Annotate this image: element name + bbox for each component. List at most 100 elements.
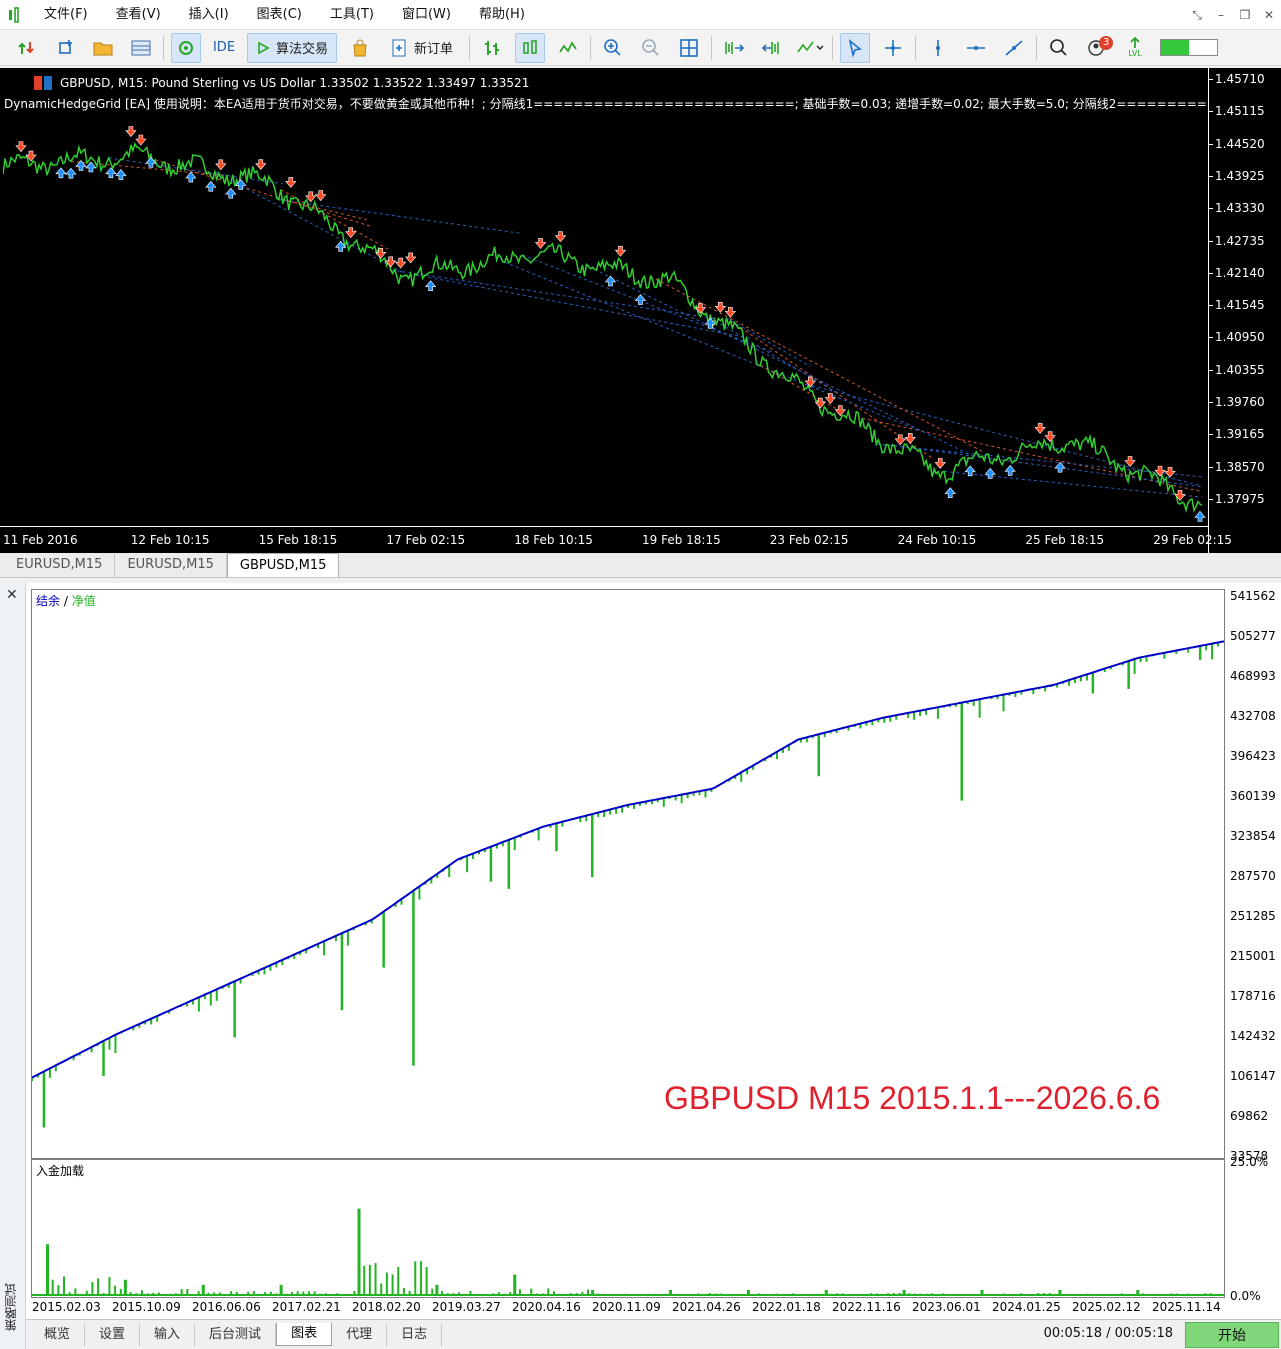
trendline-icon[interactable]	[999, 33, 1029, 63]
price-tick-label: 1.43330	[1209, 201, 1265, 216]
date-tick-label: 2025.11.14	[1152, 1300, 1221, 1314]
restore-icon[interactable]: ❐	[1233, 0, 1257, 30]
tab-backtest[interactable]: 后台测试	[195, 1323, 277, 1346]
deposit-load-bar	[201, 1284, 205, 1295]
date-axis: 2015.02.03 2015.10.09 2016.06.06 2017.02.21…	[31, 1298, 1225, 1318]
search-icon[interactable]	[1044, 33, 1074, 63]
horizontal-line-icon[interactable]	[961, 33, 991, 63]
cursor-icon[interactable]	[840, 32, 871, 63]
chart-tab-eurusd-2[interactable]: EURUSD,M15	[115, 553, 227, 577]
tab-overview[interactable]: 概览	[26, 1323, 86, 1346]
menu-window[interactable]: 窗口(W)	[388, 0, 465, 30]
deposit-load-bar	[397, 1266, 400, 1295]
sell-arrow	[824, 393, 836, 405]
buy-arrow	[185, 171, 197, 183]
new-order-icon	[392, 39, 406, 56]
profiles-icon[interactable]	[126, 33, 156, 63]
grid-order-line	[944, 470, 1203, 498]
folder-icon[interactable]	[88, 33, 118, 63]
deposit-load-plot	[32, 1208, 1224, 1296]
chart-tab-gbpusd[interactable]: GBPUSD,M15	[226, 553, 340, 577]
price-tick-label: 1.45710	[1209, 72, 1265, 86]
menu-charts[interactable]: 图表(C)	[243, 0, 316, 30]
zoom-out-icon[interactable]	[636, 33, 666, 63]
sell-arrow	[285, 177, 297, 188]
deposit-load-bar	[435, 1284, 439, 1295]
lvl-icon[interactable]: LVL	[1120, 33, 1150, 63]
menu-file[interactable]: 文件(F)	[30, 0, 102, 30]
deposit-load-bar	[513, 1274, 517, 1295]
algo-trading-button[interactable]: 算法交易	[247, 32, 338, 63]
equity-tick-label: 142432	[1230, 1029, 1276, 1043]
shopping-bag-icon[interactable]	[345, 33, 375, 63]
autoscroll-icon[interactable]	[757, 33, 787, 63]
menu-tools[interactable]: 工具(T)	[316, 0, 388, 30]
sell-arrow	[834, 405, 846, 417]
deposit-load-bar	[123, 1279, 127, 1295]
tab-agents[interactable]: 代理	[332, 1323, 388, 1346]
grid-order-line	[862, 417, 1203, 493]
equity-tick-label: 178716	[1230, 989, 1276, 1003]
buy-arrow	[65, 167, 77, 179]
date-tick-label: 2020.04.16	[512, 1300, 581, 1314]
close-icon[interactable]: ✕	[6, 587, 18, 603]
tab-settings[interactable]: 设置	[85, 1323, 141, 1346]
bar-chart-icon[interactable]	[477, 33, 507, 63]
chart-tab-eurusd-1[interactable]: EURUSD,M15	[4, 553, 116, 577]
deposit-load-chart[interactable]: 入金加载	[31, 1159, 1225, 1298]
buy-arrow	[225, 187, 237, 199]
elapsed-timer: 00:05:18 / 00:05:18	[1043, 1326, 1173, 1341]
crosshair-icon[interactable]	[878, 33, 908, 63]
grid-order-line	[650, 275, 983, 452]
time-tick-label: 24 Feb 10:15	[897, 533, 977, 547]
menu-insert[interactable]: 插入(I)	[175, 0, 243, 30]
ide-button[interactable]: IDE	[209, 33, 239, 63]
menu-view[interactable]: 查看(V)	[102, 0, 175, 30]
buy-arrow	[55, 167, 67, 179]
zoom-in-icon[interactable]	[598, 33, 628, 63]
toolbar-separator	[1036, 35, 1038, 60]
candlestick-icon[interactable]	[515, 32, 546, 63]
price-tick-label: 1.44520	[1209, 136, 1265, 151]
sell-arrow	[934, 458, 946, 469]
ea-info-text: DynamicHedgeGrid [EA] 使用说明：本EA适用于货币对交易，不…	[4, 97, 1209, 111]
vertical-line-icon[interactable]	[923, 33, 953, 63]
deposit-load-bar	[108, 1276, 111, 1295]
notifications-icon[interactable]: 3	[1082, 33, 1114, 63]
equity-tick-label: 468993	[1230, 669, 1276, 683]
date-tick-label: 2017.02.21	[272, 1300, 341, 1314]
equity-chart[interactable]: 结余 / 净值 GBPUSD M15 2015.1.1---2026.6.6	[31, 589, 1225, 1159]
sell-arrow	[614, 245, 627, 257]
notification-badge: 3	[1099, 35, 1114, 50]
sell-arrow	[255, 159, 267, 170]
line-chart-icon[interactable]	[553, 33, 583, 63]
start-button[interactable]: 开始	[1185, 1322, 1279, 1348]
sell-arrow	[375, 248, 387, 259]
grid-order-line	[726, 317, 811, 367]
add-icon[interactable]	[50, 33, 80, 63]
shift-chart-icon[interactable]	[719, 33, 749, 63]
chart-tabs: EURUSD,M15 EURUSD,M15 GBPUSD,M15	[0, 553, 1281, 578]
grid-order-line	[504, 261, 919, 431]
price-chart[interactable]: GBPUSD, M15: Pound Sterling vs US Dollar…	[0, 68, 1281, 553]
menu-help[interactable]: 帮助(H)	[465, 0, 539, 30]
algo-settings-icon[interactable]	[171, 32, 201, 63]
equity-tick-label: 106147	[1230, 1069, 1276, 1083]
one-click-trading-icon[interactable]	[34, 76, 52, 90]
tab-journal[interactable]: 日志	[387, 1323, 443, 1346]
pin-icon[interactable]: ⤡	[1185, 0, 1209, 30]
close-icon[interactable]: ✕	[1257, 0, 1281, 30]
minimize-icon[interactable]: –	[1209, 0, 1233, 30]
new-chart-icon[interactable]	[12, 33, 42, 63]
sell-arrow	[534, 238, 547, 249]
grid-icon[interactable]	[674, 33, 704, 63]
sell-arrow	[724, 306, 737, 318]
new-order-label: 新订单	[414, 42, 454, 57]
new-order-button[interactable]: 新订单	[383, 33, 462, 63]
indicators-icon[interactable]	[795, 33, 825, 63]
strategy-tester-panel: ✕ 策略测试 结余 / 净值 GBPUSD M15 2015.1.1---202…	[0, 583, 1281, 1349]
time-tick-label: 19 Feb 18:15	[642, 533, 721, 547]
tab-inputs[interactable]: 输入	[140, 1323, 196, 1346]
deposit-load-bar	[368, 1264, 371, 1295]
tab-graph[interactable]: 图表	[276, 1323, 333, 1346]
